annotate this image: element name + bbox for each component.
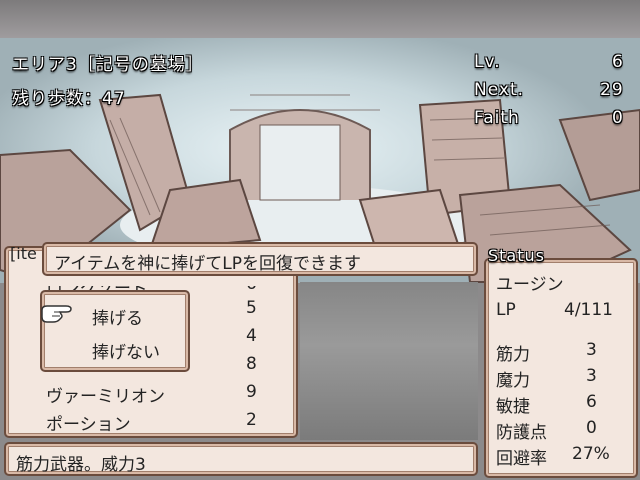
stat-label: 敏捷 — [496, 397, 530, 417]
area-name: エリア3［記号の墓場］ — [12, 55, 204, 75]
item-name-potion[interactable]: ポーション — [46, 410, 131, 435]
stat-value: 0 — [586, 418, 597, 438]
item-qty: 9 — [246, 382, 257, 402]
description-text: 筋力武器。威力3 — [16, 455, 146, 475]
lp-label: LP — [496, 300, 516, 320]
offer-option[interactable]: 捧げる — [92, 304, 143, 329]
character-name: ユージン — [496, 275, 564, 295]
stat-label: 回避率 — [496, 449, 547, 469]
stat-label: 防護点 — [496, 423, 547, 443]
remaining-steps: 残り歩数：47 — [12, 89, 126, 109]
help-text: アイテムを神に捧げてLPを回復できます — [54, 254, 362, 274]
item-qty: 4 — [246, 326, 257, 346]
faith-label: Faith — [474, 108, 520, 128]
item-window-title: [ite — [10, 244, 37, 263]
next-label: Next. — [474, 80, 525, 100]
level-label: Lv. — [474, 52, 501, 72]
pointing-hand-icon — [41, 305, 72, 323]
level-value: 6 — [612, 52, 624, 72]
status-title: Status — [488, 246, 545, 265]
item-qty: 5 — [246, 298, 257, 318]
preview-area — [300, 282, 478, 440]
stat-label: 筋力 — [496, 345, 530, 365]
status-window: ユージン LP 4/111 筋力 3 魔力 3 敏捷 6 防護点 0 回避率 2… — [484, 258, 638, 478]
next-value: 29 — [600, 80, 624, 100]
item-name-vermilion[interactable]: ヴァーミリオン — [46, 382, 165, 407]
stat-label: 魔力 — [496, 371, 530, 391]
lp-value: 4/111 — [564, 300, 613, 320]
help-bar: アイテムを神に捧げてLPを回復できます — [42, 242, 478, 276]
stat-value: 3 — [586, 366, 597, 386]
stat-value: 27% — [572, 444, 610, 464]
decline-option[interactable]: 捧げない — [92, 338, 160, 363]
description-bar: 筋力武器。威力3 — [4, 442, 478, 476]
item-qty: 8 — [246, 354, 257, 374]
item-qty: 2 — [246, 410, 257, 430]
faith-value: 0 — [612, 108, 624, 128]
stat-value: 3 — [586, 340, 597, 360]
stat-value: 6 — [586, 392, 597, 412]
partial-item-qty: 6 — [246, 274, 257, 294]
